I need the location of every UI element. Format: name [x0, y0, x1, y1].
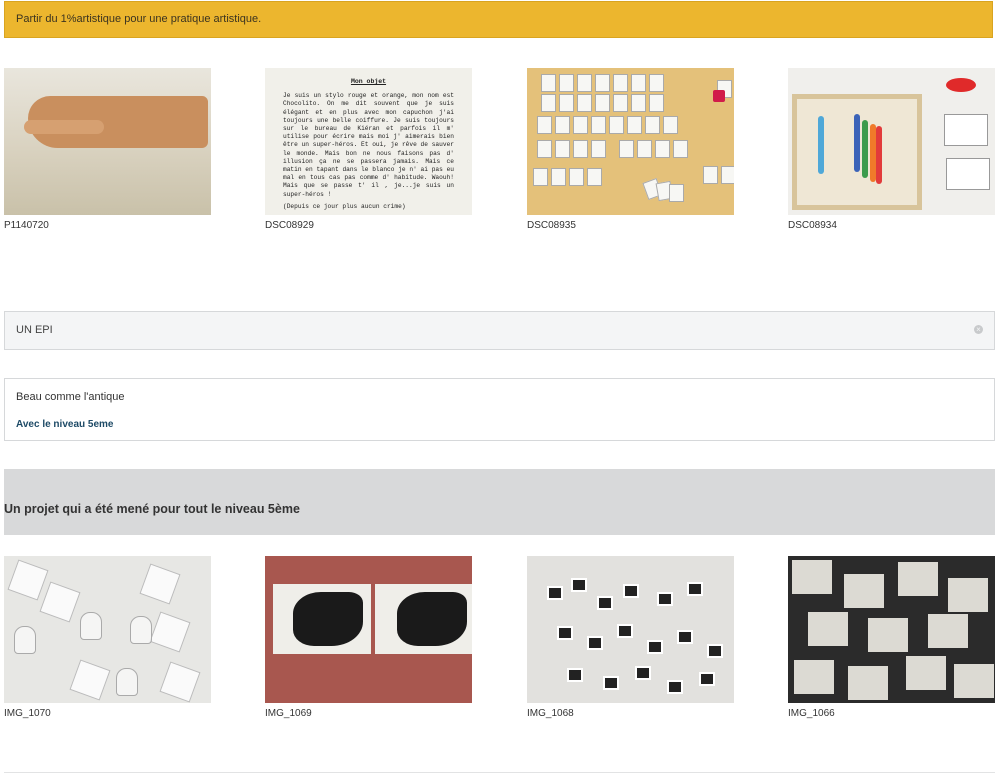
accordion-epi[interactable]: UN EPI × [4, 311, 995, 350]
card-link[interactable]: Avec le niveau 5eme [16, 419, 113, 430]
gallery-item[interactable]: DSC08934 [788, 68, 995, 232]
accordion-label: UN EPI [16, 324, 53, 336]
photo-ink-drawings[interactable] [265, 556, 472, 703]
document-text: Je suis un stylo rouge et orange, mon no… [283, 92, 454, 198]
photo-hand-sculpture[interactable] [4, 68, 211, 215]
photo-typed-text[interactable]: Mon objet Je suis un stylo rouge et oran… [265, 68, 472, 215]
photo-caption: DSC08934 [788, 220, 837, 231]
gallery-item[interactable]: P1140720 [4, 68, 211, 232]
gallery-item[interactable]: Mon objet Je suis un stylo rouge et oran… [265, 68, 472, 232]
divider [4, 772, 995, 773]
banner-text: Partir du 1%artistique pour une pratique… [16, 13, 262, 25]
info-banner: Partir du 1%artistique pour une pratique… [4, 1, 993, 38]
document-footer: (Depuis ce jour plus aucun crime) [283, 202, 406, 210]
photo-caption: IMG_1070 [4, 708, 51, 719]
photo-pen-tray[interactable] [788, 68, 995, 215]
photo-caption: IMG_1068 [527, 708, 574, 719]
close-circle-icon[interactable]: × [974, 325, 983, 334]
gallery-item[interactable]: IMG_1069 [265, 556, 472, 720]
photo-collage[interactable] [788, 556, 995, 703]
gallery-item[interactable]: IMG_1066 [788, 556, 995, 720]
project-card: Beau comme l'antique Avec le niveau 5eme [4, 378, 995, 441]
section-heading: Un projet qui a été mené pour tout le ni… [4, 502, 300, 516]
gallery-item[interactable]: IMG_1070 [4, 556, 211, 720]
photo-caption: IMG_1066 [788, 708, 835, 719]
photo-caption: DSC08929 [265, 220, 314, 231]
photo-gallery-2: IMG_1070 IMG_1069 IMG_1068 IMG_1066 [0, 556, 1000, 736]
photo-caption: P1140720 [4, 220, 49, 231]
photo-gallery-1: P1140720 Mon objet Je suis un stylo roug… [0, 68, 1000, 248]
photo-caption: DSC08935 [527, 220, 576, 231]
gallery-item[interactable]: DSC08935 [527, 68, 734, 232]
card-title: Beau comme l'antique [16, 391, 125, 403]
gallery-item[interactable]: IMG_1068 [527, 556, 734, 720]
photo-glass-tiles[interactable] [4, 556, 211, 703]
document-title: Mon objet [350, 78, 387, 85]
photo-card-game[interactable] [527, 68, 734, 215]
photo-table-display[interactable] [527, 556, 734, 703]
section-header: Un projet qui a été mené pour tout le ni… [4, 469, 995, 535]
photo-caption: IMG_1069 [265, 708, 312, 719]
